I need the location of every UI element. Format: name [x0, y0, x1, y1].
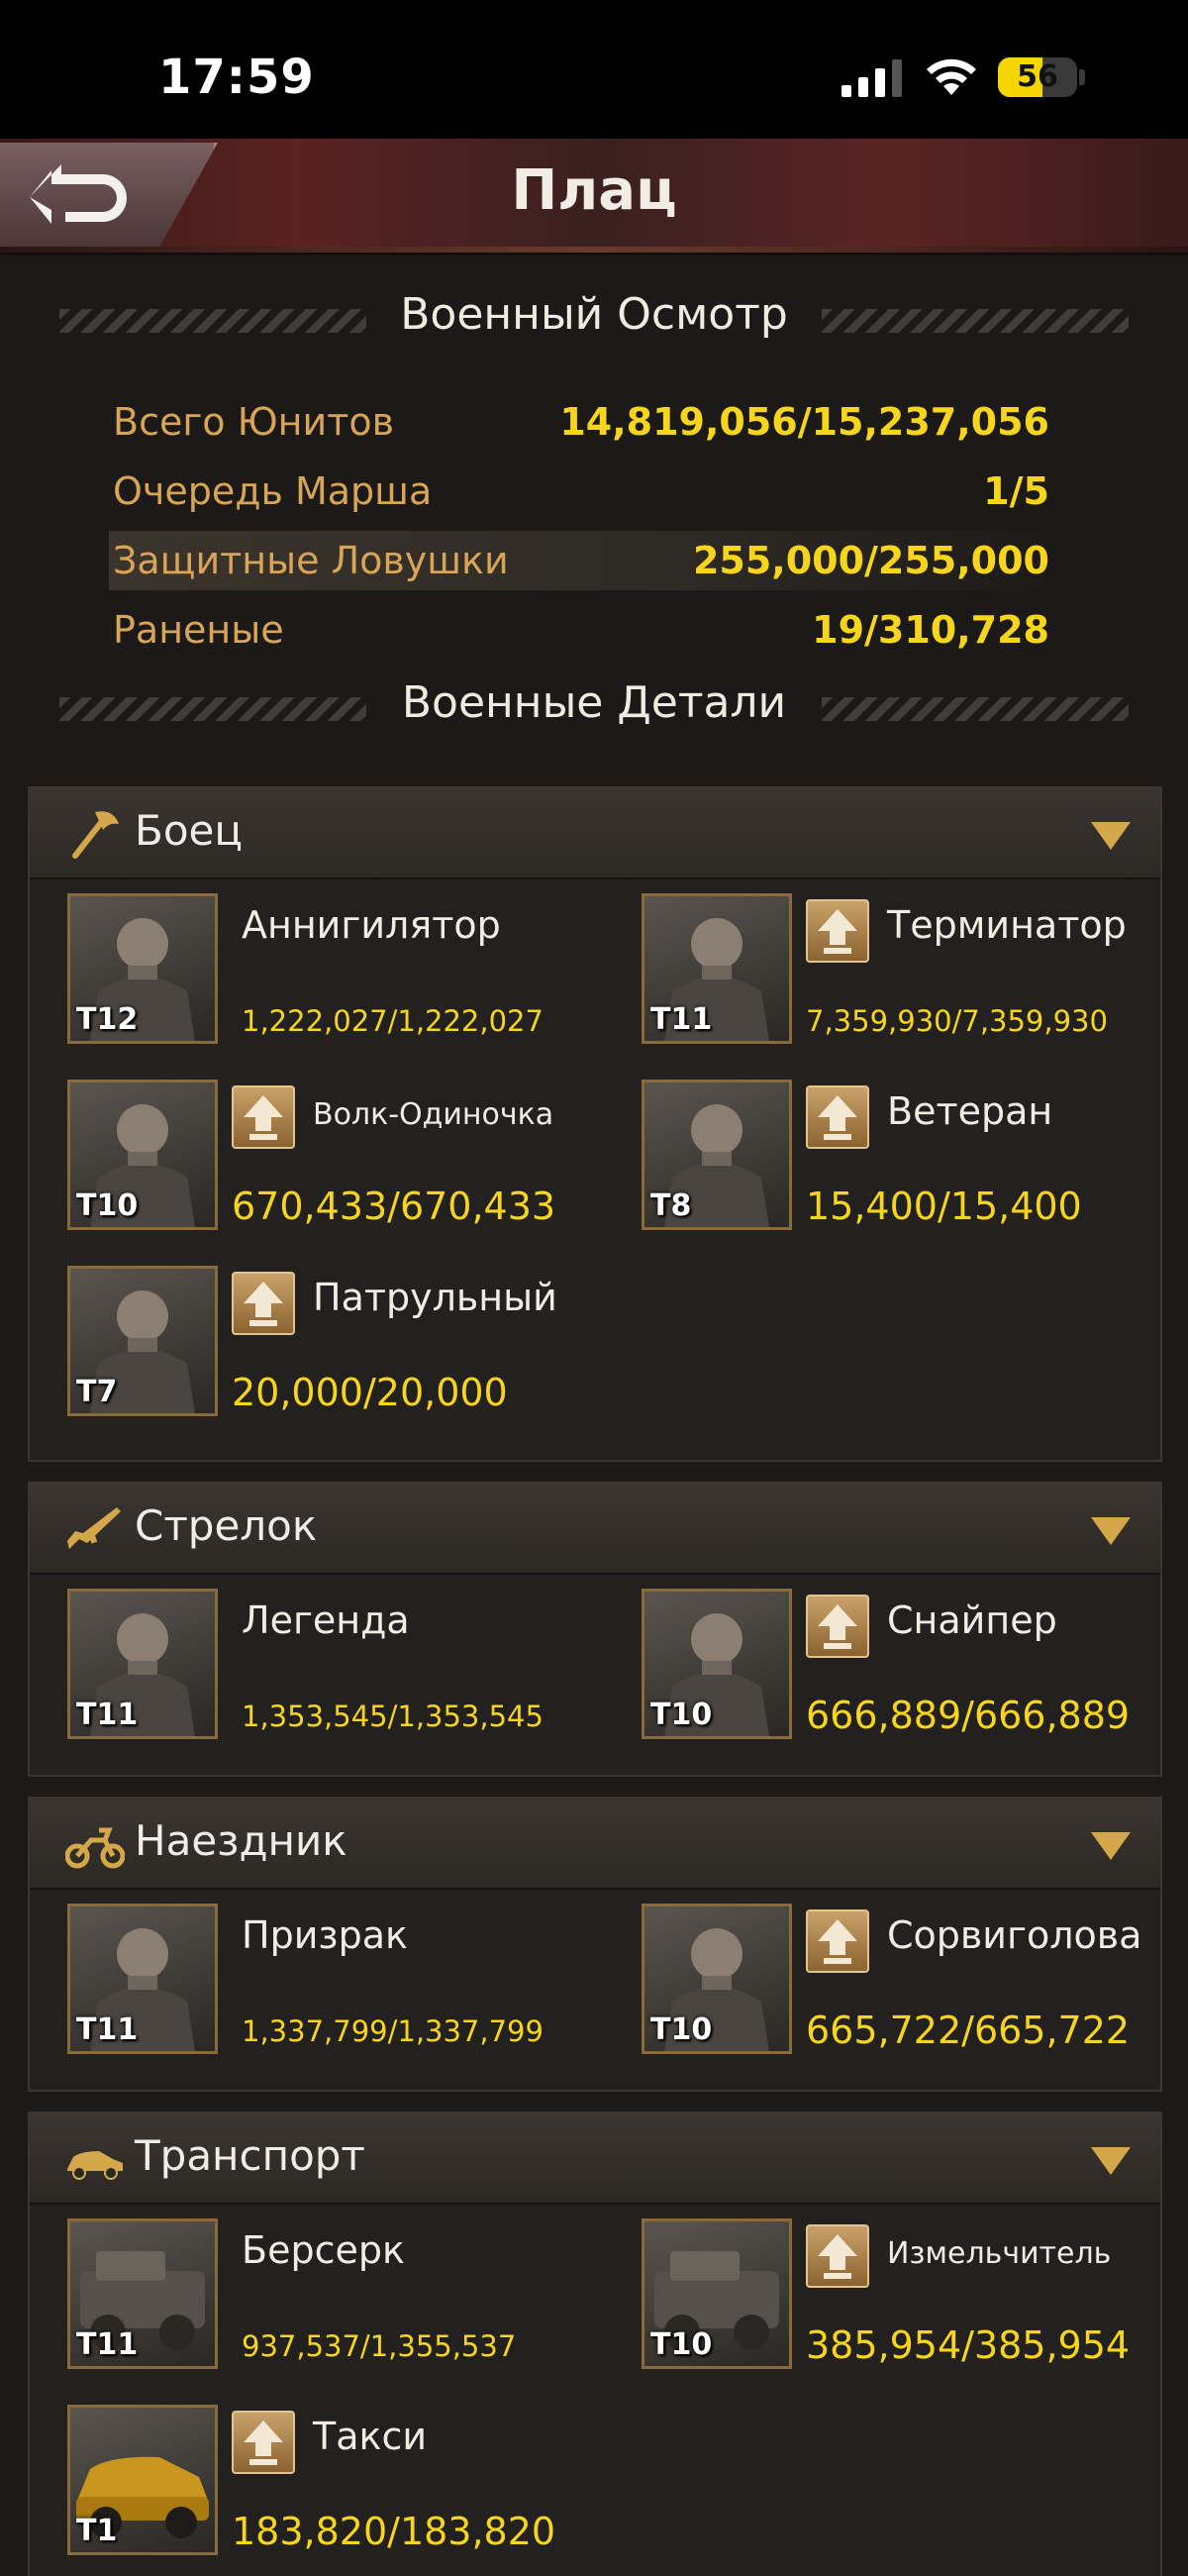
unit-card-patrolman[interactable]: T7 Патрульный 20,000/20,000: [67, 1266, 622, 1424]
upgrade-arrow-icon: [816, 1602, 859, 1650]
unit-portrait: T10: [642, 1904, 792, 2054]
upgrade-arrow-icon: [816, 2232, 859, 2280]
upgrade-arrow-icon: [242, 1093, 285, 1141]
unit-portrait: T1: [67, 2405, 218, 2555]
unit-portrait: T10: [642, 1589, 792, 1739]
unit-card-sniper[interactable]: T10 Снайпер 666,889/666,889: [642, 1589, 1188, 1747]
unit-portrait: T11: [67, 1589, 218, 1739]
unit-card-shredder[interactable]: T10 Измельчитель 385,954/385,954: [642, 2218, 1188, 2377]
category-panel-fighter: Боец T12 Аннигилятор 1,222,027/1,222,027…: [28, 786, 1162, 1462]
unit-card-lone-wolf[interactable]: T10 Волк-Одиночка 670,433/670,433: [67, 1080, 622, 1238]
category-header-fighter[interactable]: Боец: [30, 788, 1160, 879]
chevron-down-icon[interactable]: [1089, 2145, 1133, 2177]
unit-portrait: T7: [67, 1266, 218, 1416]
category-header-shooter[interactable]: Стрелок: [30, 1484, 1160, 1575]
cellular-signal-icon: [842, 59, 902, 97]
wifi-icon: [927, 58, 976, 95]
upgrade-button[interactable]: [232, 1272, 295, 1335]
upgrade-arrow-icon: [816, 1093, 859, 1141]
status-bar: 17:59 56: [0, 0, 1188, 139]
unit-portrait: T8: [642, 1080, 792, 1230]
motorcycle-icon: [65, 1827, 125, 1869]
chevron-down-icon[interactable]: [1089, 1515, 1133, 1547]
upgrade-button[interactable]: [806, 899, 869, 963]
summary-row-wounded: Раненые 19/310,728: [113, 608, 1049, 652]
unit-portrait: T10: [642, 2218, 792, 2369]
status-time: 17:59: [158, 50, 315, 105]
unit-portrait: T12: [67, 893, 218, 1044]
unit-card-veteran[interactable]: T8 Ветеран 15,400/15,400: [642, 1080, 1188, 1238]
category-panel-rider: Наездник T11 Призрак 1,337,799/1,337,799…: [28, 1797, 1162, 2092]
chevron-down-icon[interactable]: [1089, 820, 1133, 852]
unit-portrait: T11: [67, 2218, 218, 2369]
unit-portrait: T11: [642, 893, 792, 1044]
summary-row-total-units: Всего Юнитов 14,819,056/15,237,056: [113, 400, 1049, 444]
overview-title: Военный Осмотр: [59, 289, 1129, 349]
upgrade-button[interactable]: [806, 1595, 869, 1658]
unit-card-legend[interactable]: T11 Легенда 1,353,545/1,353,545: [67, 1589, 622, 1747]
upgrade-button[interactable]: [232, 1085, 295, 1149]
summary-row-defense-traps: Защитные Ловушки 255,000/255,000: [109, 531, 1059, 590]
category-panel-shooter: Стрелок T11 Легенда 1,353,545/1,353,545 …: [28, 1482, 1162, 1777]
rifle-icon: [67, 1507, 121, 1549]
page-title: Плац: [511, 158, 677, 223]
category-header-rider[interactable]: Наездник: [30, 1799, 1160, 1890]
category-header-transport[interactable]: Транспорт: [30, 2113, 1160, 2205]
unit-card-annihilator[interactable]: T12 Аннигилятор 1,222,027/1,222,027: [67, 893, 622, 1052]
unit-portrait: T11: [67, 1904, 218, 2054]
upgrade-arrow-icon: [816, 1917, 859, 1965]
upgrade-arrow-icon: [816, 907, 859, 955]
axe-icon: [72, 811, 119, 859]
unit-card-terminator[interactable]: T11 Терминатор 7,359,930/7,359,930: [642, 893, 1188, 1052]
summary-row-march-queue: Очередь Марша 1/5: [113, 469, 1049, 513]
battery-level: 56: [1017, 59, 1058, 94]
category-panel-transport: Транспорт T11 Берсерк 937,537/1,355,537 …: [28, 2112, 1162, 2576]
chevron-down-icon[interactable]: [1089, 1830, 1133, 1862]
upgrade-arrow-icon: [242, 2419, 285, 2466]
upgrade-button[interactable]: [806, 1085, 869, 1149]
unit-portrait: T10: [67, 1080, 218, 1230]
upgrade-button[interactable]: [806, 2224, 869, 2288]
battery-tip: [1079, 69, 1085, 85]
details-title: Военные Детали: [59, 677, 1129, 737]
upgrade-arrow-icon: [242, 1280, 285, 1327]
battery-icon: 56: [998, 57, 1077, 97]
unit-card-taxi[interactable]: T1 Такси 183,820/183,820: [67, 2405, 622, 2563]
upgrade-button[interactable]: [232, 2411, 295, 2474]
unit-card-daredevil[interactable]: T10 Сорвиголова 665,722/665,722: [642, 1904, 1188, 2062]
car-icon: [67, 2151, 123, 2180]
header-bar: Плац: [0, 139, 1188, 256]
unit-card-berserk[interactable]: T11 Берсерк 937,537/1,355,537: [67, 2218, 622, 2377]
unit-card-ghost[interactable]: T11 Призрак 1,337,799/1,337,799: [67, 1904, 622, 2062]
upgrade-button[interactable]: [806, 1909, 869, 1973]
